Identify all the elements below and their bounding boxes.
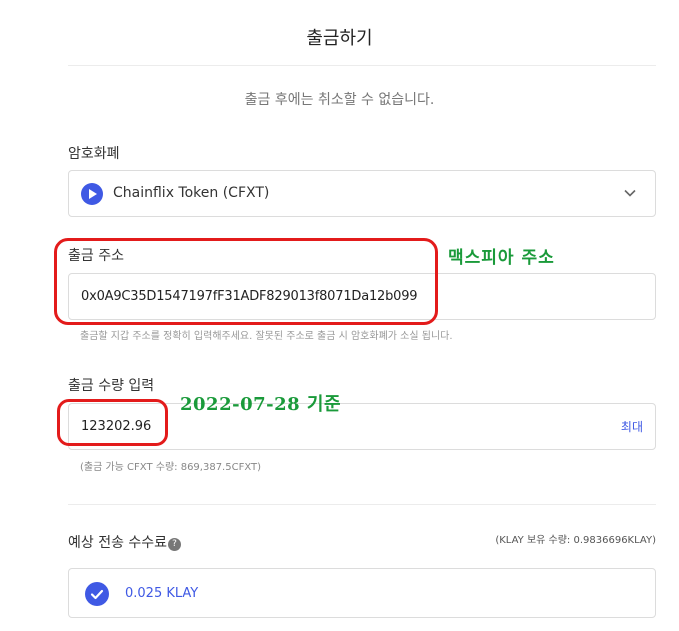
address-highlight-outline	[54, 238, 438, 325]
date-annotation: 2022-07-28 기준	[180, 394, 342, 415]
currency-label: 암호화폐	[68, 146, 120, 162]
fee-label-text: 예상 전송 수수료	[68, 535, 168, 551]
page-title: 출금하기	[306, 28, 373, 49]
section-divider	[68, 504, 656, 505]
cancel-warning-text: 출금 후에는 취소할 수 없습니다.	[244, 92, 435, 108]
amount-highlight-outline	[57, 399, 168, 446]
amount-label: 출금 수량 입력	[68, 378, 155, 394]
max-button[interactable]: 최대	[621, 418, 643, 435]
address-annotation: 맥스피아 주소	[448, 248, 555, 268]
currency-select[interactable]: Chainflix Token (CFXT)	[68, 170, 656, 217]
klay-balance-text: (KLAY 보유 수량: 0.9836696KLAY)	[495, 535, 656, 546]
top-divider	[68, 65, 656, 66]
help-icon[interactable]: ?	[168, 538, 182, 551]
address-hint: 출금할 지갑 주소를 정확히 입력해주세요. 잘못된 주소로 출금 시 암호화폐…	[80, 331, 453, 342]
fee-value: 0.025 KLAY	[125, 586, 199, 601]
fee-label: 예상 전송 수수료?	[68, 532, 182, 552]
check-icon	[85, 582, 109, 606]
fee-option[interactable]: 0.025 KLAY	[68, 568, 656, 618]
currency-selected-value: Chainflix Token (CFXT)	[113, 185, 270, 201]
available-amount-text: (출금 가능 CFXT 수량: 869,387.5CFXT)	[80, 462, 262, 473]
play-icon	[81, 183, 103, 205]
chevron-down-icon[interactable]	[623, 185, 637, 199]
